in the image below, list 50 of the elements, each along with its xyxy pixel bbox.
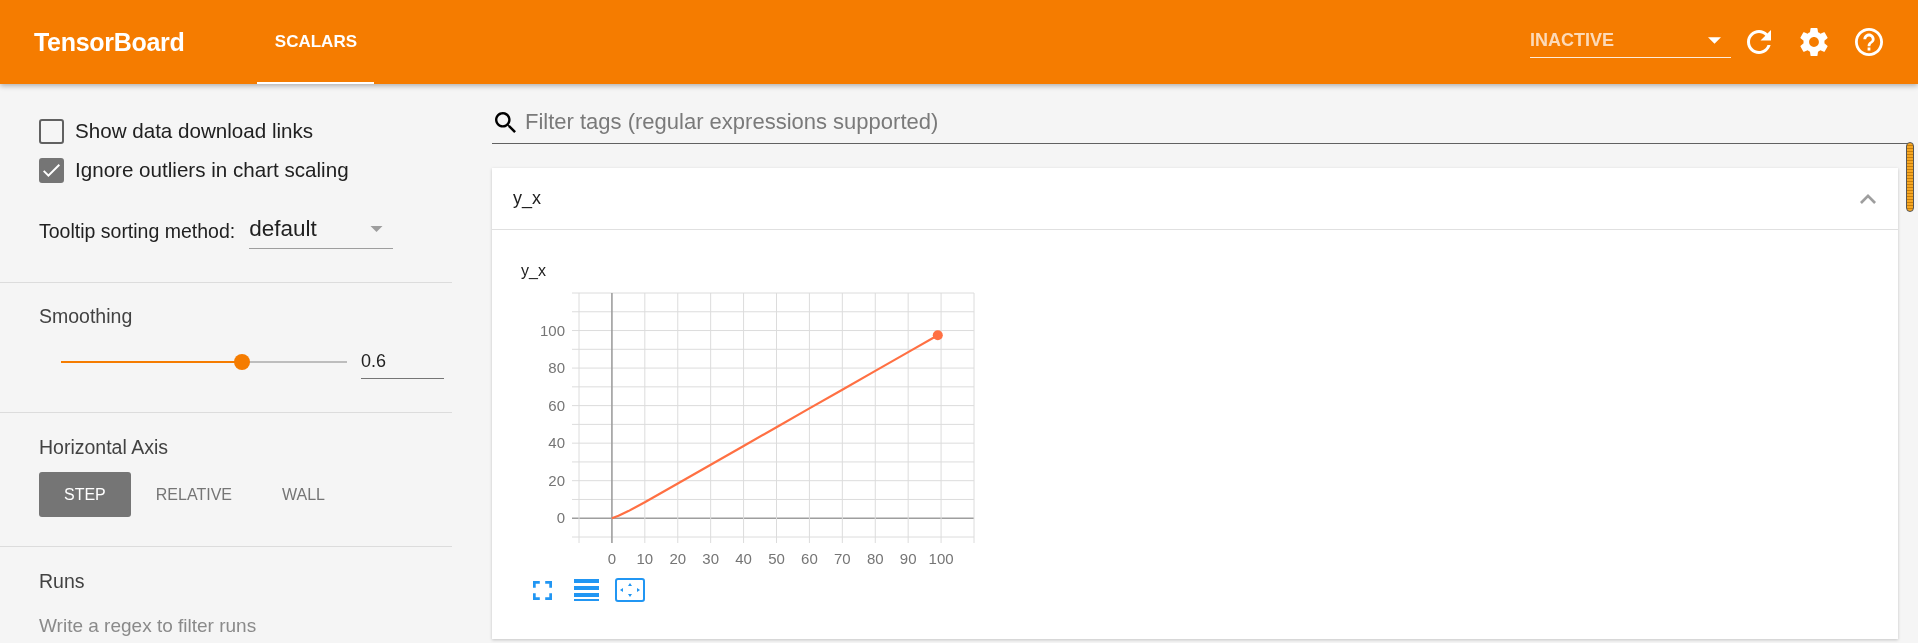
x-tick-label: 30: [702, 550, 719, 567]
search-icon: [495, 112, 516, 133]
checkmark-icon: [43, 163, 60, 177]
x-tick-label: 80: [866, 550, 884, 567]
x-tick-label: 10: [636, 550, 654, 567]
x-tick-label: 90: [899, 550, 917, 567]
caret-icon: [370, 226, 384, 232]
horizontal-lines-icon[interactable]: [574, 579, 599, 601]
x-tick-label: 100: [928, 550, 954, 567]
section-label: Smoothing: [39, 305, 134, 327]
x-tick-label: 70: [834, 550, 851, 567]
fit-to-data-icon[interactable]: [615, 578, 645, 602]
section-label: Horizontal Axis: [39, 436, 169, 458]
runs-filter-field[interactable]: Write a regex to filter runs: [39, 608, 452, 643]
y-tick-label: 20: [548, 471, 565, 489]
scrollbar-thumb[interactable]: [1906, 142, 1914, 212]
refresh-icon[interactable]: [1747, 30, 1771, 54]
help-icon[interactable]: [1855, 28, 1883, 56]
line-end-dot: [932, 330, 943, 341]
x-tick-label: 20: [669, 550, 687, 567]
scalars-tab[interactable]: SCALARS: [257, 0, 375, 84]
tag-filter-field[interactable]: Filter tags (regular expressions supported): [492, 100, 1910, 144]
y-tick-label: 60: [548, 396, 565, 414]
axis-option-button[interactable]: STEP: [39, 472, 131, 517]
axis-option-button[interactable]: RELATIVE: [130, 472, 257, 517]
y-tick-label: 0: [556, 509, 565, 527]
smoothing-value-field[interactable]: 0.6: [361, 345, 444, 379]
card-title[interactable]: y_x: [513, 188, 541, 209]
fullscreen-icon[interactable]: [533, 580, 552, 600]
checkbox[interactable]: [39, 118, 64, 144]
app-title: TensorBoard: [34, 27, 185, 57]
x-tick-label: 0: [607, 550, 617, 567]
tooltip-sorting-dropdown[interactable]: default: [249, 213, 394, 249]
x-tick-label: 50: [768, 550, 785, 567]
section-label: Runs: [39, 570, 86, 592]
y-tick-label: 100: [539, 321, 565, 339]
y-tick-label: 40: [548, 434, 565, 452]
settings-icon[interactable]: [1800, 28, 1828, 56]
x-tick-label: 60: [801, 550, 818, 567]
checkbox-label: Ignore outliers in chart scaling: [75, 158, 349, 182]
slider-thumb[interactable]: [234, 354, 251, 370]
y-tick-label: 80: [548, 359, 565, 377]
tooltip-sorting-label: Tooltip sorting method:: [39, 219, 236, 243]
checkbox-label: Show data download links: [75, 119, 314, 143]
chevron-up-icon[interactable]: [1860, 193, 1876, 204]
axis-option-button[interactable]: WALL: [256, 472, 350, 517]
caret-icon: [1708, 37, 1721, 44]
x-tick-label: 40: [735, 550, 752, 567]
chart-title: y_x: [521, 261, 547, 281]
checkbox[interactable]: [39, 157, 64, 183]
